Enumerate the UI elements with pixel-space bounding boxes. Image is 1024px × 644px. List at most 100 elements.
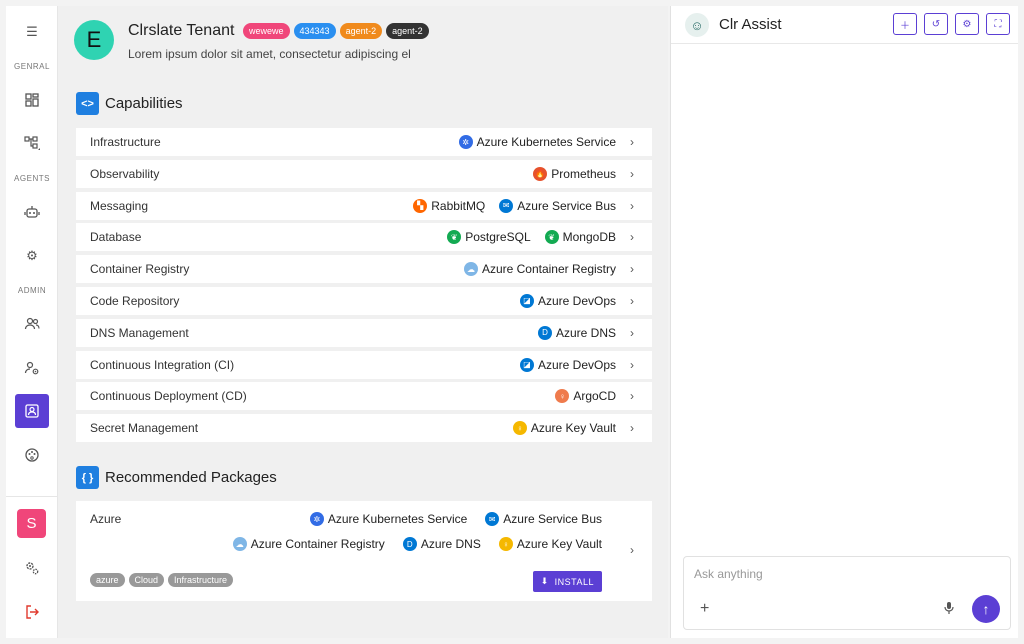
package-card[interactable]: Azure ✲ Azure Kubernetes Service ✉ Azure Se… [76, 501, 652, 601]
nav-section-agents: AGENTS [14, 174, 50, 183]
main-content: E Clrslate Tenant wewewe 434343 agent-2 age… [58, 6, 668, 638]
tool-item: 🔥 Prometheus [533, 166, 616, 181]
install-icon: ⬇ [540, 576, 549, 586]
devops-icon: ◪ [519, 293, 534, 308]
tool-label: Azure Container Registry [481, 262, 616, 277]
tool-label: PostgreSQL [465, 230, 531, 245]
tool-item: ◪ Azure DevOps [519, 293, 616, 308]
chevron-right-icon[interactable]: › [630, 421, 634, 435]
assist-settings-button[interactable]: ⚙ [955, 13, 979, 35]
chevron-right-icon[interactable]: › [630, 230, 634, 244]
chevron-right-icon[interactable]: › [630, 326, 634, 340]
settings-gears-icon[interactable] [20, 556, 44, 580]
new-chat-button[interactable]: ＋ [893, 13, 917, 35]
microphone-icon[interactable] [943, 601, 955, 618]
tenant-badge: 434343 [293, 23, 336, 39]
devops-icon: ◪ [519, 357, 534, 372]
capabilities-title: Capabilities [105, 95, 183, 112]
capability-row[interactable]: Secret Management ♀ Azure Key Vault › [76, 414, 652, 443]
capability-tools: ◪ Azure DevOps [519, 357, 616, 372]
fullscreen-button[interactable]: ⛶ [986, 13, 1010, 35]
package-tools-row-1: ✲ Azure Kubernetes Service ✉ Azure Service … [309, 512, 602, 526]
package-tools-row-2: ☁ Azure Container Registry D Azure DNS ♀ Azur… [232, 537, 602, 551]
tool-item: ♀ ArgoCD [555, 389, 616, 404]
chat-input[interactable] [694, 567, 994, 581]
tool-item: D Azure DNS [402, 537, 481, 551]
capability-row[interactable]: DNS Management D Azure DNS › [76, 318, 652, 347]
capability-row[interactable]: Container Registry ☁ Azure Container Regis… [76, 255, 652, 284]
capability-row[interactable]: Continuous Integration (CI) ◪ Azure DevOps… [76, 350, 652, 379]
users-icon[interactable] [20, 312, 44, 336]
bot-avatar-icon: ☺ [685, 13, 709, 37]
logout-icon[interactable] [20, 600, 44, 624]
history-button[interactable]: ↺ [924, 13, 948, 35]
robot-icon[interactable] [20, 200, 44, 224]
send-button[interactable]: ↑ [972, 595, 1000, 623]
tool-item: ✉ Azure Service Bus [499, 198, 616, 213]
prometheus-icon: 🔥 [533, 166, 548, 181]
install-label: INSTALL [554, 576, 594, 587]
assist-header: ☺ Clr Assist ＋ ↺ ⚙ ⛶ [671, 6, 1018, 44]
attach-plus-icon[interactable]: + [700, 600, 709, 618]
chevron-right-icon[interactable]: › [630, 543, 634, 557]
user-avatar[interactable]: S [17, 509, 46, 538]
user-settings-icon[interactable] [20, 356, 44, 380]
nav-divider [6, 496, 58, 497]
capability-tools: ◪ Azure DevOps [519, 293, 616, 308]
chevron-right-icon[interactable]: › [630, 167, 634, 181]
capability-row[interactable]: Infrastructure ✲ Azure Kubernetes Service › [76, 128, 652, 156]
tenant-name: Clrslate Tenant [128, 22, 235, 39]
service-bus-icon: ✉ [485, 512, 500, 526]
capability-row[interactable]: Continuous Deployment (CD) ♀ ArgoCD › [76, 382, 652, 411]
capability-row[interactable]: Observability 🔥 Prometheus › [76, 159, 652, 188]
gear-icon[interactable]: ⚙ [20, 244, 44, 268]
left-nav: ☰ GENRAL AGENTS ⚙ ADMIN S [6, 6, 58, 638]
curly-braces-icon: { } [76, 466, 99, 489]
capability-tools: ♀ ArgoCD [555, 389, 616, 404]
capability-label: Database [90, 230, 142, 245]
tool-item: ☁ Azure Container Registry [232, 537, 385, 551]
capability-label: Observability [90, 166, 160, 181]
capability-row[interactable]: Messaging ▚ RabbitMQ ✉ Azure Service Bus › [76, 191, 652, 220]
tenant-badges: wewewe 434343 agent-2 agent-2 [243, 23, 429, 39]
tool-item: ♀ Azure Key Vault [498, 537, 602, 551]
tool-label: Azure DevOps [537, 293, 616, 308]
nav-section-admin: ADMIN [17, 286, 47, 295]
capabilities-list: Infrastructure ✲ Azure Kubernetes Service ›… [76, 128, 652, 446]
palette-icon[interactable] [20, 443, 44, 467]
tool-label: Azure Key Vault [516, 537, 602, 551]
container-registry-icon: ☁ [232, 537, 247, 551]
hierarchy-icon[interactable] [20, 132, 44, 156]
capability-tools: ❦ PostgreSQL ❦ MongoDB [447, 230, 616, 245]
tenant-profile-icon[interactable] [15, 394, 49, 428]
tool-label: Azure Kubernetes Service [327, 512, 468, 526]
package-name: Azure [90, 512, 122, 526]
tool-label: MongoDB [562, 230, 616, 245]
expand-icon: ⛶ [994, 18, 1002, 30]
capability-tools: ♀ Azure Key Vault [512, 421, 616, 436]
plus-icon: ＋ [900, 20, 910, 32]
capabilities-heading: <> Capabilities [76, 92, 183, 115]
capability-tools: ✲ Azure Kubernetes Service [458, 135, 616, 149]
code-brackets-icon: <> [76, 92, 99, 115]
hamburger-menu-icon[interactable]: ☰ [20, 20, 44, 44]
chevron-right-icon[interactable]: › [630, 135, 634, 149]
dns-icon: D [537, 325, 552, 340]
install-button[interactable]: ⬇ INSTALL [532, 571, 602, 592]
tool-label: Azure Service Bus [503, 512, 602, 526]
chevron-right-icon[interactable]: › [630, 294, 634, 308]
capability-tools: ▚ RabbitMQ ✉ Azure Service Bus [413, 198, 616, 213]
tool-item: ▚ RabbitMQ [413, 198, 485, 213]
chevron-right-icon[interactable]: › [630, 199, 634, 213]
chevron-right-icon[interactable]: › [630, 262, 634, 276]
capability-row[interactable]: Code Repository ◪ Azure DevOps › [76, 286, 652, 315]
tool-item: ✲ Azure Kubernetes Service [458, 135, 616, 149]
chevron-right-icon[interactable]: › [630, 389, 634, 403]
dashboard-icon[interactable] [20, 88, 44, 112]
tenant-badge: agent-2 [339, 23, 383, 39]
assist-title: Clr Assist [719, 16, 782, 33]
arrow-up-icon: ↑ [982, 601, 990, 617]
tool-item: ☁ Azure Container Registry [463, 262, 616, 277]
capability-row[interactable]: Database ❦ PostgreSQL ❦ MongoDB › [76, 223, 652, 252]
chevron-right-icon[interactable]: › [630, 358, 634, 372]
